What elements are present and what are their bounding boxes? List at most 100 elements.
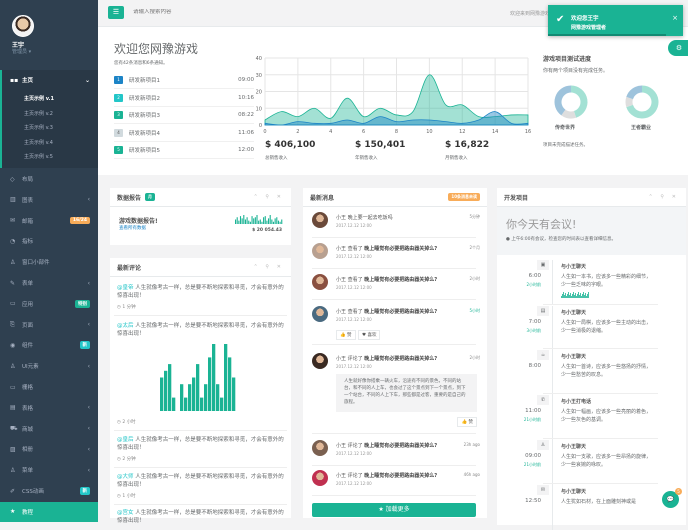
chat-button[interactable]: 💬 5 (662, 488, 682, 508)
stat-value: $ 150,401 (355, 140, 406, 150)
sidebar-item-label: 窗口小部件 (22, 260, 50, 267)
comment-user-link[interactable]: @皇后 (117, 437, 134, 443)
panel-tools[interactable]: ⌃ ⚲ ✕ (648, 194, 679, 200)
message-time-ago: 5小时 (469, 308, 480, 313)
sidebar-subitem-home-v2[interactable]: 主页示例 v.2 (24, 110, 53, 117)
sidebar-item-apps[interactable]: ▭ 应用 特别 (0, 294, 98, 314)
comment-bar (200, 397, 204, 411)
project-item[interactable]: 4 研发新项目4 11:06 (114, 125, 254, 142)
search-input[interactable] (133, 9, 283, 15)
message-user: 小王 (336, 246, 347, 252)
view-all-data-link[interactable]: 查看所有数据 (119, 225, 146, 231)
spark-bar (271, 219, 273, 224)
comment-user-link[interactable]: @大师 (117, 474, 134, 480)
sidebar-item-label: 页面 (22, 322, 34, 329)
message-topic[interactable]: 晚上睡觉有必要把路由器关掉么? (364, 356, 437, 362)
timeline: ▣ 6:00 2小时前 与小王聊天 人生如一本书，应该多一些精彩的细节，少一些乏味的字眼… (497, 255, 686, 530)
menu-toggle-button[interactable]: ☰ (108, 6, 124, 19)
love-button[interactable]: ♥ 喜欢 (358, 330, 381, 340)
timeline-time: 6:00 (528, 273, 541, 279)
sidebar: 王宇 管理员 ▾ ▪▪ 主页 ⌄ 主页示例 v.1 主页示例 v.2 主页示例 v.… (0, 0, 98, 522)
comment-user-link[interactable]: @太后 (117, 323, 134, 329)
message-text: 小王 评论了 晚上睡觉有必要把路由器关掉么? (336, 355, 437, 362)
sidebar-item-components[interactable]: ◉ 组件 新 (0, 335, 98, 355)
sidebar-item-charts[interactable]: ▥ 图表 ‹ (0, 190, 98, 210)
message-topic[interactable]: 晚上睡觉有必要把路由器关掉么? (364, 443, 437, 449)
sidebar-item-pages[interactable]: ⎘ 页面 ‹ (0, 315, 98, 335)
avatar[interactable] (12, 15, 34, 37)
message-topic[interactable]: 晚上睡觉有必要把路由器关掉么? (364, 277, 437, 283)
css-animation-icon: ✐ (10, 487, 16, 495)
like-button[interactable]: 👍 赞 (336, 330, 356, 340)
ui-elements-icon: ♙ (10, 362, 16, 370)
sidebar-item-metrics[interactable]: ◔ 指标 (0, 231, 98, 251)
spark-bar (246, 217, 248, 224)
message-date: 2017.12.12 12:00 (336, 364, 372, 369)
sidebar-item-gallery[interactable]: ▨ 相册 ‹ (0, 439, 98, 459)
message-topic[interactable]: 晚上睡觉有必要把路由器关掉么? (364, 246, 437, 252)
sidebar-item-grid[interactable]: ▭ 栅格 (0, 377, 98, 397)
spark-bar (266, 220, 268, 224)
avatar[interactable] (312, 243, 328, 259)
sidebar-subitem-home-v5[interactable]: 主页示例 v.5 (24, 153, 53, 160)
comment-bar (208, 357, 212, 411)
divider (114, 504, 287, 505)
settings-gear-button[interactable]: ⚙ (668, 40, 688, 56)
dev-projects-panel: 开发项目 ⌃ ⚲ ✕ 你今天有会议! ● 上午6:00有会议，检查您的时间表以查看… (497, 188, 686, 530)
sidebar-subitem-home-v1[interactable]: 主页示例 v.1 (24, 95, 54, 102)
comment-text: 人生就像考古一样，总是要不断地探索和寻觅，才会有意外的惊喜出现！ (117, 323, 284, 337)
donut-segment (554, 85, 572, 116)
comment-time: ◷ 1 分钟 (117, 305, 136, 310)
spark-bar (583, 292, 584, 298)
message-action: 评论了 (347, 443, 363, 449)
project-item[interactable]: 5 研发新项目5 12:00 (114, 142, 254, 159)
avatar[interactable] (312, 440, 328, 456)
avatar[interactable] (312, 470, 328, 486)
avatar[interactable] (312, 353, 328, 369)
message-topic[interactable]: 晚上睡觉有必要把路由器关掉么? (364, 309, 437, 315)
panel-tools[interactable]: ⌃ ⚲ ✕ (253, 194, 284, 200)
panel-title: 数据报告 (117, 194, 142, 202)
sidebar-item-css-animation[interactable]: ✐ CSS动画 新 (0, 481, 98, 501)
timeline-text: 人生如一本书，应该多一些精彩的细节，少一些乏味的字眼。 (561, 274, 652, 288)
project-time: 09:00 (238, 77, 254, 83)
avatar[interactable] (312, 274, 328, 290)
timeline-time: 7:00 (528, 319, 541, 325)
project-item[interactable]: 1 研发新项目1 09:00 (114, 72, 254, 89)
load-more-button[interactable]: ★ 加载更多 (312, 503, 476, 517)
message-topic[interactable]: 晚上睡觉有必要把路由器关掉么? (364, 473, 437, 479)
sidebar-item-ui-elements[interactable]: ♙ UI元素 ‹ (0, 356, 98, 376)
sidebar-item-tables[interactable]: ▤ 表格 ‹ (0, 398, 98, 418)
avatar[interactable] (312, 212, 328, 228)
comment-user-link[interactable]: @皇帝 (117, 285, 134, 291)
panel-tools[interactable]: ⌃ ⚲ ✕ (253, 264, 284, 270)
sidebar-item-layout[interactable]: ◇ 布局 (0, 169, 98, 189)
sidebar-item-home[interactable]: ▪▪ 主页 ⌄ (0, 70, 98, 90)
y-tick-label: 20 (256, 90, 262, 96)
donut-segment (570, 85, 588, 118)
sidebar-item-forms[interactable]: ✎ 表单 ‹ (0, 273, 98, 293)
sidebar-item-shop[interactable]: ⛟ 商城 ‹ (0, 419, 98, 439)
mailbox-icon: ✉ (10, 217, 16, 225)
spark-bar (564, 295, 565, 298)
avatar[interactable] (312, 306, 328, 322)
comment-time: ◷ 1 小时 (117, 494, 136, 499)
income-area-chart: 0 10 20 30 40 0 2 4 6 8 10 12 14 16 (256, 56, 532, 135)
sidebar-item-mailbox[interactable]: ✉ 邮箱 16/24 (0, 211, 98, 231)
sidebar-subitem-home-v4[interactable]: 主页示例 v.4 (24, 139, 53, 146)
x-tick-label: 10 (426, 129, 432, 135)
meeting-note: ● 上午6:00有会议，检查您的时间表以查看详细信息。 (506, 237, 616, 242)
comment-quote: 人生就好像你搭乘一辆火车，沿途有不同的景色，不同的站台，和不同的人上车，也会过了… (336, 374, 477, 412)
spark-bar (572, 294, 573, 298)
sidebar-subitem-home-v3[interactable]: 主页示例 v.3 (24, 124, 53, 131)
spark-bar (272, 221, 275, 224)
close-icon[interactable]: × (672, 14, 678, 22)
sidebar-item-widgets[interactable]: ♙ 窗口小部件 (0, 252, 98, 272)
like-button[interactable]: 👍 赞 (457, 417, 477, 427)
comment-user-link[interactable]: @宫女 (117, 510, 134, 516)
project-item[interactable]: 3 研发新项目3 08:22 (114, 107, 254, 124)
project-time: 11:06 (238, 129, 254, 136)
sidebar-item-menu[interactable]: ♙ 菜单 ‹ (0, 460, 98, 480)
user-role-dropdown[interactable]: 管理员 ▾ (12, 48, 31, 55)
project-item[interactable]: 2 研发新项目2 10:16 (114, 90, 254, 107)
